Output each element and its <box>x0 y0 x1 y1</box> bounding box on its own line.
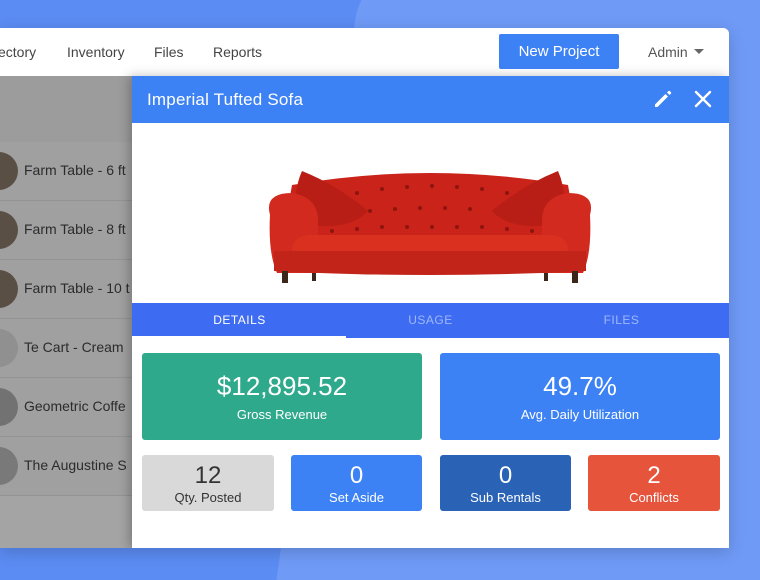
sofa-image <box>268 171 592 283</box>
panel-header: Imperial Tufted Sofa <box>132 76 729 123</box>
set-aside-value: 0 <box>349 462 364 489</box>
close-icon[interactable] <box>692 88 714 110</box>
pencil-icon[interactable] <box>652 88 674 110</box>
qty-posted-label: Qty. Posted <box>174 490 242 505</box>
sub-rentals-label: Sub Rentals <box>470 490 541 505</box>
chevron-down-icon[interactable] <box>694 49 704 54</box>
set-aside-label: Set Aside <box>329 490 384 505</box>
sub-rentals-card: 0 Sub Rentals <box>440 455 571 511</box>
nav-files[interactable]: Files <box>154 44 184 60</box>
nav-directory[interactable]: ectory <box>0 44 36 60</box>
utilization-card: 49.7% Avg. Daily Utilization <box>440 353 720 440</box>
app-window: ectory Inventory Files Reports New Proje… <box>0 28 729 548</box>
top-navigation-bar: ectory Inventory Files Reports New Proje… <box>0 28 729 77</box>
gross-revenue-card: $12,895.52 Gross Revenue <box>142 353 422 440</box>
new-project-button[interactable]: New Project <box>499 34 619 69</box>
tab-usage[interactable]: USAGE <box>331 303 530 338</box>
nav-reports[interactable]: Reports <box>213 44 262 60</box>
utilization-value: 49.7% <box>543 371 617 401</box>
conflicts-card: 2 Conflicts <box>588 455 720 511</box>
tab-files[interactable]: FILES <box>522 303 721 338</box>
set-aside-card: 0 Set Aside <box>291 455 422 511</box>
tab-details[interactable]: DETAILS <box>140 303 339 338</box>
utilization-label: Avg. Daily Utilization <box>520 407 640 422</box>
sub-rentals-value: 0 <box>498 462 513 489</box>
conflicts-label: Conflicts <box>629 490 679 505</box>
item-detail-panel: Imperial Tufted Sofa DETAILS USAGE FILES… <box>132 76 729 548</box>
active-tab-indicator <box>132 336 346 338</box>
nav-inventory[interactable]: Inventory <box>67 44 125 60</box>
panel-title: Imperial Tufted Sofa <box>147 90 304 109</box>
product-image-area <box>132 123 729 303</box>
conflicts-value: 2 <box>647 462 661 489</box>
panel-tabs: DETAILS USAGE FILES <box>132 303 729 338</box>
qty-posted-card: 12 Qty. Posted <box>142 455 274 511</box>
gross-revenue-label: Gross Revenue <box>236 407 328 422</box>
qty-posted-value: 12 <box>194 462 222 489</box>
gross-revenue-value: $12,895.52 <box>216 371 348 401</box>
admin-menu[interactable]: Admin <box>648 44 688 60</box>
